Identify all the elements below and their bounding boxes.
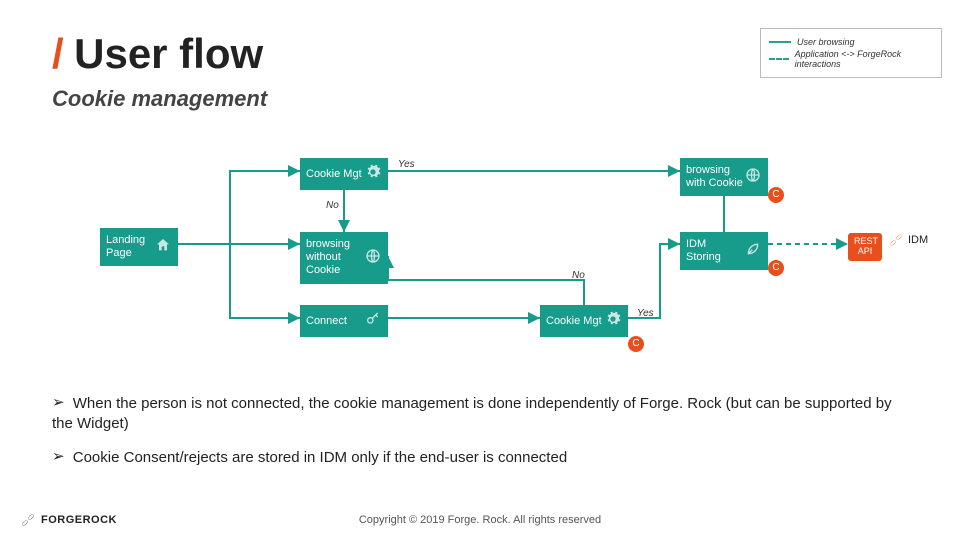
footer-copyright: Copyright © 2019 Forge. Rock. All rights… bbox=[0, 514, 960, 526]
bullet-2: ➢ Cookie Consent/rejects are stored in I… bbox=[52, 448, 912, 468]
node-idm-storing-label: IDM Storing bbox=[686, 238, 744, 264]
bullet-arrow-icon: ➢ bbox=[52, 393, 65, 413]
page-title: User flow bbox=[74, 30, 263, 78]
c-badge-2: C bbox=[768, 260, 784, 276]
header-block: / User flow Cookie management bbox=[52, 30, 267, 112]
legend-label-2: Application <-> ForgeRock interactions bbox=[795, 49, 933, 69]
node-rest-api-label: REST API bbox=[854, 236, 878, 256]
node-idm: IDM bbox=[888, 232, 928, 248]
node-landing-page: Landing Page bbox=[100, 228, 178, 266]
leaf-icon bbox=[744, 241, 762, 261]
edge-yes-1: Yes bbox=[398, 159, 415, 170]
bullet-2-text: Cookie Consent/rejects are stored in IDM… bbox=[73, 449, 567, 466]
legend-dashed-line-icon bbox=[769, 58, 789, 60]
legend-row-user-browsing: User browsing bbox=[769, 37, 933, 47]
node-idm-label: IDM bbox=[908, 234, 928, 246]
node-connect-label: Connect bbox=[306, 315, 364, 328]
home-icon bbox=[154, 237, 172, 257]
node-browsing-with: browsing with Cookie bbox=[680, 158, 768, 196]
node-idm-storing: IDM Storing bbox=[680, 232, 768, 270]
node-browsing-with-label: browsing with Cookie bbox=[686, 164, 744, 190]
node-cookie-mgt-top-label: Cookie Mgt bbox=[306, 168, 364, 181]
node-browsing-without: browsing without Cookie bbox=[300, 232, 388, 284]
legend-box: User browsing Application <-> ForgeRock … bbox=[760, 28, 942, 78]
fan-icon bbox=[888, 232, 904, 248]
c-badge-1: C bbox=[768, 187, 784, 203]
legend-solid-line-icon bbox=[769, 41, 791, 43]
node-cookie-mgt-mid-label: Cookie Mgt bbox=[546, 315, 604, 328]
node-connect: Connect bbox=[300, 305, 388, 337]
edge-no-1: No bbox=[326, 200, 339, 211]
page-subtitle: Cookie management bbox=[52, 86, 267, 112]
gear-icon bbox=[604, 311, 622, 331]
node-landing-page-label: Landing Page bbox=[106, 234, 154, 260]
globe-icon bbox=[364, 248, 382, 268]
node-cookie-mgt-top: Cookie Mgt bbox=[300, 158, 388, 190]
node-rest-api: REST API bbox=[848, 233, 882, 261]
gear-icon bbox=[364, 164, 382, 184]
title-slash: / bbox=[52, 30, 64, 78]
c-badge-3: C bbox=[628, 336, 644, 352]
node-cookie-mgt-mid: Cookie Mgt bbox=[540, 305, 628, 337]
globe-icon bbox=[744, 167, 762, 187]
bullet-1-text: When the person is not connected, the co… bbox=[52, 395, 892, 432]
legend-row-interactions: Application <-> ForgeRock interactions bbox=[769, 49, 933, 69]
edge-no-2: No bbox=[572, 270, 585, 281]
edge-yes-2: Yes bbox=[637, 308, 654, 319]
bullet-arrow-icon: ➢ bbox=[52, 447, 65, 467]
node-browsing-without-label: browsing without Cookie bbox=[306, 238, 364, 278]
bullet-1: ➢ When the person is not connected, the … bbox=[52, 394, 912, 435]
legend-label-1: User browsing bbox=[797, 37, 855, 47]
key-icon bbox=[364, 311, 382, 331]
